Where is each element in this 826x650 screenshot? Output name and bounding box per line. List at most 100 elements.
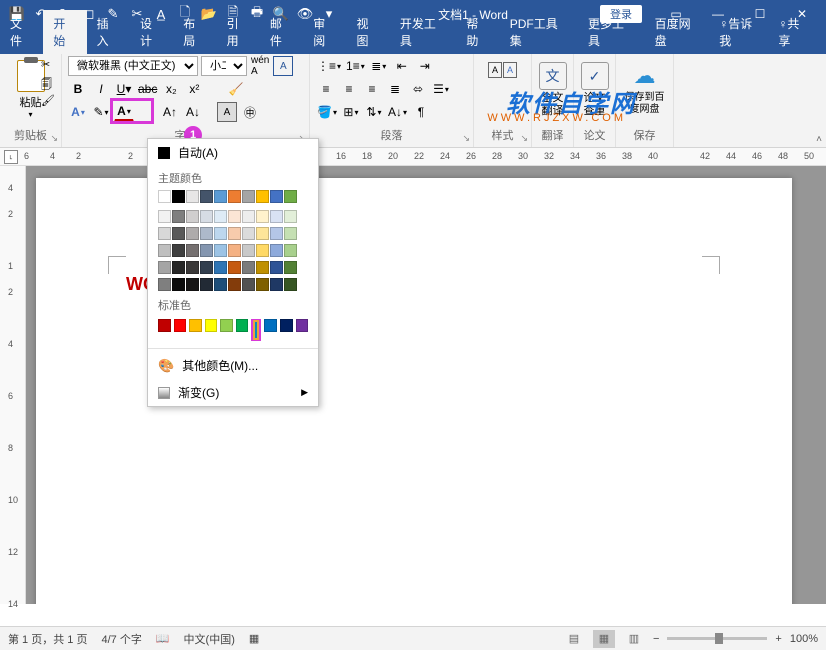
color-swatch[interactable]	[270, 278, 283, 291]
color-swatch[interactable]	[186, 244, 199, 257]
color-swatch[interactable]	[174, 319, 187, 332]
tab-developer[interactable]: 开发工具	[390, 10, 457, 54]
tab-selector[interactable]: ˪	[4, 150, 18, 164]
shading-button[interactable]: 🪣	[316, 102, 338, 122]
collapse-ribbon-icon[interactable]: ˄	[816, 134, 822, 145]
color-swatch[interactable]	[256, 210, 269, 223]
color-swatch[interactable]	[256, 227, 269, 240]
align-center-icon[interactable]: ≡	[339, 79, 359, 99]
color-swatch[interactable]	[172, 227, 185, 240]
color-swatch[interactable]	[172, 244, 185, 257]
char-border-icon[interactable]: A	[273, 56, 293, 76]
color-swatch[interactable]	[256, 244, 269, 257]
more-colors-item[interactable]: 🎨 其他颜色(M)...	[148, 352, 318, 379]
color-swatch[interactable]	[186, 278, 199, 291]
format-painter-icon[interactable]: 🖌	[41, 94, 57, 110]
multilevel-button[interactable]: ≣	[369, 56, 389, 76]
zoom-slider[interactable]	[667, 637, 767, 640]
color-swatch[interactable]	[270, 244, 283, 257]
color-swatch[interactable]	[200, 244, 213, 257]
tab-pdf[interactable]: PDF工具集	[500, 10, 578, 54]
color-swatch[interactable]	[186, 190, 199, 203]
color-swatch[interactable]	[186, 227, 199, 240]
vertical-ruler[interactable]: 4212468101214	[0, 166, 26, 604]
color-swatch[interactable]	[255, 322, 257, 338]
gradient-item[interactable]: 渐变(G) ▶	[148, 379, 318, 406]
color-swatch[interactable]	[158, 319, 171, 332]
save-baidu-button[interactable]: ☁ 保存到百度网盘	[622, 56, 667, 116]
tab-file[interactable]: 文件	[0, 10, 43, 54]
highlight-button[interactable]: ✎	[91, 102, 111, 122]
color-swatch[interactable]	[284, 227, 297, 240]
web-layout-icon[interactable]: ▥	[623, 630, 645, 648]
color-swatch[interactable]	[284, 261, 297, 274]
color-swatch[interactable]	[214, 190, 227, 203]
color-swatch[interactable]	[284, 190, 297, 203]
tab-mailings[interactable]: 邮件	[260, 10, 303, 54]
color-swatch[interactable]	[280, 319, 293, 332]
color-swatch[interactable]	[214, 244, 227, 257]
color-swatch[interactable]	[200, 278, 213, 291]
color-swatch[interactable]	[270, 190, 283, 203]
justify-icon[interactable]: ≣	[385, 79, 405, 99]
print-layout-icon[interactable]: ▦	[593, 630, 615, 648]
text-effects-button[interactable]: A	[68, 102, 88, 122]
bullets-button[interactable]: ⋮≡	[316, 56, 342, 76]
grow-font-icon[interactable]: A↑	[160, 102, 180, 122]
copy-icon[interactable]: 🗐	[41, 76, 57, 92]
auto-color-item[interactable]: 自动(A)	[148, 139, 318, 166]
font-size-select[interactable]: 小二	[201, 56, 247, 76]
tab-review[interactable]: 审阅	[303, 10, 346, 54]
increase-indent-icon[interactable]: ⇥	[415, 56, 435, 76]
color-swatch[interactable]	[228, 261, 241, 274]
cut-icon[interactable]: ✂	[41, 58, 57, 74]
translate-button[interactable]: 文 全文翻译	[538, 56, 567, 118]
align-left-icon[interactable]: ≡	[316, 79, 336, 99]
color-swatch[interactable]	[205, 319, 218, 332]
color-swatch[interactable]	[214, 227, 227, 240]
color-swatch[interactable]	[270, 210, 283, 223]
zoom-handle[interactable]	[715, 633, 723, 644]
color-swatch[interactable]	[172, 278, 185, 291]
color-swatch[interactable]	[228, 227, 241, 240]
styles-button[interactable]: AA	[480, 56, 525, 78]
color-swatch[interactable]	[220, 319, 233, 332]
line-spacing-icon[interactable]: ⇅	[364, 102, 384, 122]
color-swatch[interactable]	[236, 319, 249, 332]
zoom-in-icon[interactable]: +	[775, 633, 781, 645]
numbering-button[interactable]: 1≡	[345, 56, 366, 76]
font-name-select[interactable]: 微软雅黑 (中文正文)	[68, 56, 198, 76]
tab-baidu[interactable]: 百度网盘	[645, 10, 712, 54]
color-swatch[interactable]	[256, 261, 269, 274]
color-swatch[interactable]	[214, 261, 227, 274]
font-color-button[interactable]: A	[114, 102, 134, 122]
char-shading-icon[interactable]: A	[217, 102, 237, 122]
color-swatch[interactable]	[172, 210, 185, 223]
horizontal-ruler[interactable]: ˪ 64224681012141618202224262830323436384…	[0, 148, 826, 166]
color-swatch[interactable]	[200, 190, 213, 203]
color-swatch[interactable]	[242, 261, 255, 274]
tab-references[interactable]: 引用	[217, 10, 260, 54]
tab-help[interactable]: 帮助	[456, 10, 499, 54]
color-swatch[interactable]	[242, 244, 255, 257]
language-status[interactable]: 中文(中国)	[184, 631, 235, 647]
clear-format-icon[interactable]: 🧹	[226, 79, 246, 99]
decrease-indent-icon[interactable]: ⇤	[392, 56, 412, 76]
color-swatch[interactable]	[270, 261, 283, 274]
enclose-char-icon[interactable]: ㊥	[240, 102, 260, 122]
color-swatch[interactable]	[172, 261, 185, 274]
color-swatch[interactable]	[228, 278, 241, 291]
color-swatch[interactable]	[172, 190, 185, 203]
zoom-out-icon[interactable]: −	[653, 633, 659, 645]
color-swatch[interactable]	[158, 210, 171, 223]
color-swatch[interactable]	[200, 261, 213, 274]
show-marks-icon[interactable]: ¶	[411, 102, 431, 122]
dialog-launcher-icon[interactable]: ↘	[50, 133, 58, 144]
color-swatch[interactable]	[242, 227, 255, 240]
spell-check-icon[interactable]: 📖	[156, 632, 170, 645]
color-swatch[interactable]	[158, 190, 171, 203]
color-swatch[interactable]	[228, 210, 241, 223]
color-swatch[interactable]	[200, 227, 213, 240]
distribute-icon[interactable]: ⬄	[408, 79, 428, 99]
color-swatch[interactable]	[214, 278, 227, 291]
